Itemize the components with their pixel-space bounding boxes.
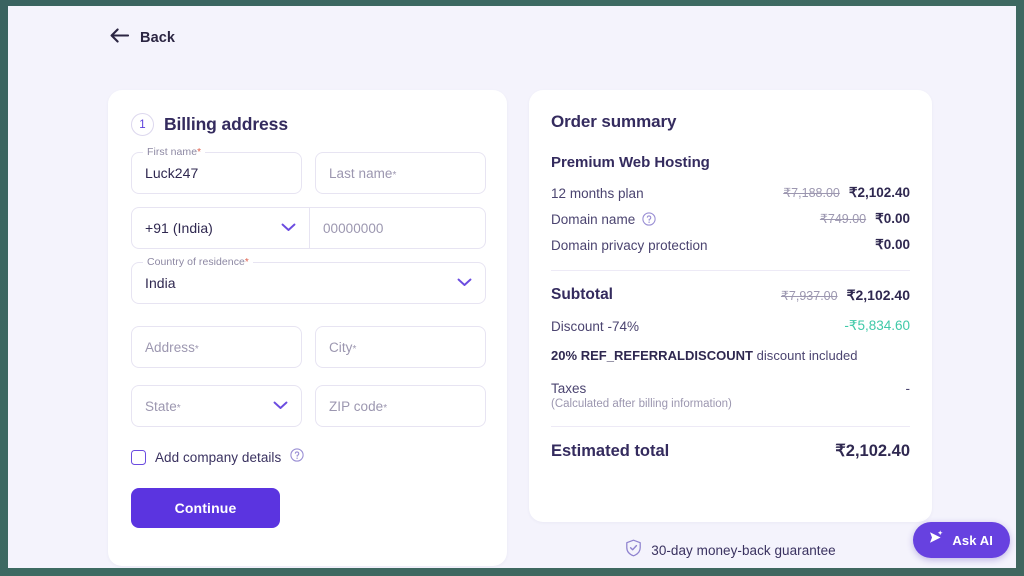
first-name-field[interactable]: First name* Luck247 [131,146,302,194]
order-summary: Order summary Premium Web Hosting 12 mon… [551,112,910,461]
estimated-total-label: Estimated total [551,441,670,460]
promo-suffix: discount included [753,348,858,363]
state-placeholder: State* [145,398,181,414]
phone-country-code-value: +91 (India) [145,220,213,236]
subtotal-values: ₹7,937.00 ₹2,102.40 [781,287,910,304]
first-name-label: First name* [143,146,206,158]
back-label: Back [140,30,176,46]
phone-country-code-select[interactable]: +91 (India) [132,208,310,248]
city-field[interactable]: City* [315,326,486,368]
subtotal-label: Subtotal [551,286,613,303]
old-price: ₹7,188.00 [783,186,840,200]
state-zip-row: State* ZIP code* [131,385,486,427]
address-placeholder: Address* [145,339,199,355]
add-company-details-checkbox[interactable] [131,450,146,465]
last-name-field[interactable]: Last name* [315,152,486,194]
estimated-total-row: Estimated total ₹2,102.40 [551,441,910,461]
zip-code-placeholder: ZIP code* [329,398,388,414]
divider [551,426,910,427]
chevron-down-icon [273,397,288,415]
country-label: Country of residence* [143,256,253,268]
taxes-row: Taxes - [551,381,910,396]
taxes-value: - [905,381,911,396]
subtotal-old-price: ₹7,937.00 [780,288,838,303]
name-row: First name* Luck247 Last name* [131,146,486,194]
old-price: ₹749.00 [819,212,867,226]
discount-value: -₹5,834.60 [844,318,910,333]
new-price: ₹0.00 [875,211,910,226]
state-select[interactable]: State* [131,385,302,427]
question-circle-icon[interactable] [642,212,656,226]
order-summary-card: Order summary Premium Web Hosting 12 mon… [529,90,932,522]
estimated-total-value: ₹2,102.40 [835,442,910,460]
billing-header: 1 Billing address [131,113,288,136]
zip-code-field[interactable]: ZIP code* [315,385,486,427]
divider [551,270,910,271]
chevron-down-icon [457,274,472,292]
plan-name: Premium Web Hosting [551,154,710,171]
add-company-details-row[interactable]: Add company details [131,448,486,467]
shield-check-icon [625,539,642,562]
subtotal-new-price: ₹2,102.40 [846,286,910,303]
first-name-value: Luck247 [145,165,199,181]
promo-code: 20% REF_REFERRALDISCOUNT [551,348,754,363]
money-back-guarantee: 30-day money-back guarantee [529,539,932,562]
order-summary-title: Order summary [551,112,677,131]
order-line-label: Domain name [551,212,656,227]
last-name-placeholder: Last name* [329,165,397,181]
chevron-down-icon [281,219,296,237]
address-field[interactable]: Address* [131,326,302,368]
discount-row: Discount -74% -₹5,834.60 [551,318,910,334]
order-line-item: 12 months plan ₹7,188.00 ₹2,102.40 [551,185,910,201]
phone-number-placeholder: 00000000 [323,220,384,236]
taxes-note: (Calculated after billing information) [551,398,732,410]
back-button[interactable]: Back [110,28,175,48]
promo-code-note: 20% REF_REFERRALDISCOUNT discount includ… [551,348,910,363]
city-placeholder: City* [329,339,357,355]
subtotal-row: Subtotal ₹7,937.00 ₹2,102.40 [551,286,910,304]
order-line-label: 12 months plan [551,185,644,201]
checkout-page: Back 1 Billing address First name* Luck2… [8,6,1016,568]
question-circle-icon[interactable] [290,448,304,467]
new-price: ₹0.00 [875,237,910,252]
ask-ai-button[interactable]: Ask AI [913,522,1010,558]
country-select[interactable]: Country of residence* India [131,256,486,304]
order-line-item: Domain privacy protection ₹0.00 [551,237,910,253]
address-row: Address* City* [131,326,486,368]
step-number-badge: 1 [131,113,154,136]
taxes-label: Taxes [551,381,587,396]
phone-field-group: +91 (India) 00000000 [131,207,486,249]
order-line-label: Domain privacy protection [551,237,708,253]
ask-ai-label: Ask AI [952,532,993,548]
country-value: India [145,275,176,291]
arrow-left-icon [110,28,130,48]
country-row: Country of residence* India [131,256,486,304]
billing-form: First name* Luck247 Last name* +91 (Indi… [131,146,486,528]
continue-button[interactable]: Continue [131,488,280,528]
phone-number-input[interactable]: 00000000 [310,208,485,248]
add-company-details-label: Add company details [155,450,282,465]
discount-label: Discount -74% [551,318,640,334]
order-line-item: Domain name ₹749.00 ₹0.00 [551,211,910,227]
sparkle-send-icon [927,529,944,551]
order-line-values: ₹0.00 [875,237,910,253]
browser-frame: Back 1 Billing address First name* Luck2… [0,0,1024,576]
money-back-guarantee-label: 30-day money-back guarantee [651,543,836,558]
order-line-values: ₹7,188.00 ₹2,102.40 [783,185,910,201]
order-line-values: ₹749.00 ₹0.00 [820,211,910,227]
new-price: ₹2,102.40 [848,185,910,200]
billing-address-card: 1 Billing address First name* Luck247 La… [108,90,507,566]
page-title: Billing address [164,114,288,134]
